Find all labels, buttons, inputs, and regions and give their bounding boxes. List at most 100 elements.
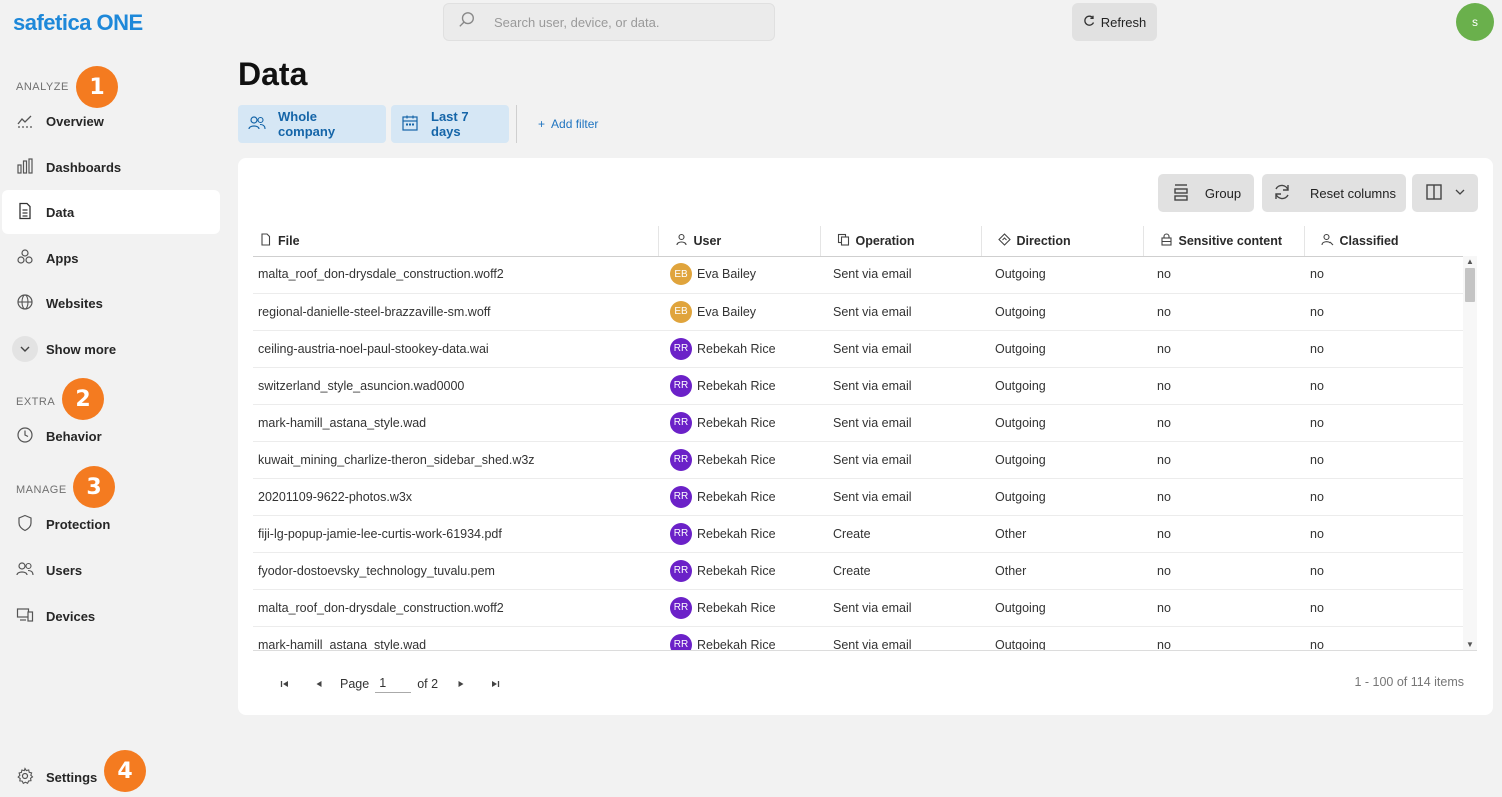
- page-number-input[interactable]: 1: [375, 674, 412, 693]
- sidebar-item-label: Protection: [46, 516, 111, 532]
- cell-user: RR Rebekah Rice: [658, 441, 820, 479]
- users-icon: [248, 114, 266, 135]
- prev-page-icon[interactable]: [302, 679, 336, 689]
- table-row[interactable]: switzerland_style_asuncion.wad0000 RR Rebe…: [253, 367, 1463, 405]
- table-row[interactable]: mark-hamill_astana_style.wad RR Rebekah Ri…: [253, 404, 1463, 442]
- sidebar-item-show-more[interactable]: Show more: [2, 327, 220, 371]
- cell-operation: Sent via email: [820, 367, 981, 405]
- chevron-down-icon: [12, 336, 38, 362]
- document-icon: [259, 233, 272, 249]
- sidebar-item-dashboards[interactable]: Dashboards: [2, 145, 220, 189]
- table-row[interactable]: 20201109-9622-photos.w3x RR Rebekah Rice Se…: [253, 478, 1463, 516]
- sidebar-item-overview[interactable]: Overview: [2, 99, 220, 143]
- user-name: Rebekah Rice: [697, 378, 776, 393]
- table-row[interactable]: mark-hamill_astana_style.wad RR Rebekah Ri…: [253, 626, 1463, 650]
- user-name: Rebekah Rice: [697, 341, 776, 356]
- table-row[interactable]: fyodor-dostoevsky_technology_tuvalu.pem R…: [253, 552, 1463, 590]
- user-name: Eva Bailey: [697, 304, 757, 319]
- cell-sensitive: no: [1143, 515, 1304, 553]
- table-row[interactable]: kuwait_mining_charlize-theron_sidebar_sh…: [253, 441, 1463, 479]
- column-header-direction[interactable]: Direction: [980, 226, 1143, 257]
- filter-chip-period[interactable]: Last 7 days: [391, 105, 509, 143]
- table-row[interactable]: malta_roof_don-drysdale_construction.wof…: [253, 589, 1463, 627]
- sidebar-item-data[interactable]: Data: [2, 190, 220, 234]
- filter-chip-scope[interactable]: Whole company: [238, 105, 386, 143]
- sidebar-item-label: Devices: [46, 608, 96, 624]
- cell-direction: Outgoing: [981, 293, 1143, 331]
- cell-direction: Outgoing: [981, 589, 1143, 627]
- scrollbar-thumb[interactable]: [1465, 268, 1475, 302]
- user-avatar: RR: [670, 411, 692, 434]
- cell-sensitive: no: [1143, 330, 1304, 368]
- cell-operation: Sent via email: [820, 478, 981, 516]
- add-filter-button[interactable]: + Add filter: [538, 117, 598, 131]
- column-header-sensitive[interactable]: Sensitive content: [1142, 226, 1304, 257]
- sidebar-item-label: Show more: [46, 341, 117, 357]
- scroll-up-icon[interactable]: ▲: [1466, 257, 1474, 266]
- cell-classified: no: [1304, 589, 1463, 627]
- refresh-icon: [1083, 15, 1095, 30]
- cell-direction: Outgoing: [981, 478, 1143, 516]
- cell-classified: no: [1304, 515, 1463, 553]
- table-row[interactable]: ceiling-austria-noel-paul-stookey-data.w…: [253, 330, 1463, 368]
- cell-classified: no: [1304, 441, 1463, 479]
- filter-divider: [516, 105, 517, 143]
- sidebar-item-websites[interactable]: Websites: [2, 281, 220, 325]
- user-avatar: RR: [670, 559, 692, 582]
- sidebar-item-behavior[interactable]: Behavior: [2, 414, 220, 458]
- next-page-icon[interactable]: [444, 679, 478, 689]
- table-scrollbar[interactable]: ▲ ▼: [1463, 256, 1477, 650]
- cell-file: malta_roof_don-drysdale_construction.wof…: [253, 589, 658, 627]
- cell-direction: Other: [981, 552, 1143, 590]
- sidebar-item-devices[interactable]: Devices: [2, 594, 220, 638]
- search-input[interactable]: Search user, device, or data.: [494, 15, 659, 30]
- apps-icon: [16, 248, 34, 269]
- page-title: Data: [238, 56, 308, 92]
- cell-direction: Outgoing: [981, 330, 1143, 368]
- cell-operation: Sent via email: [820, 589, 981, 627]
- user-avatar[interactable]: s: [1456, 3, 1494, 41]
- table-row[interactable]: regional-danielle-steel-brazzaville-sm.w…: [253, 293, 1463, 331]
- column-header-file[interactable]: File: [253, 226, 658, 257]
- cell-operation: Create: [820, 552, 981, 590]
- user-name: Rebekah Rice: [697, 452, 776, 467]
- sidebar-item-apps[interactable]: Apps: [2, 236, 220, 280]
- cell-classified: no: [1304, 293, 1463, 331]
- search-box[interactable]: Search user, device, or data.: [443, 3, 775, 41]
- cell-user: RR Rebekah Rice: [658, 478, 820, 516]
- section-analyze: ANALYZE: [16, 81, 69, 93]
- table-row[interactable]: malta_roof_don-drysdale_construction.wof…: [253, 256, 1463, 294]
- gear-icon: [16, 766, 34, 788]
- cell-file: 20201109-9622-photos.w3x: [253, 478, 658, 516]
- refresh-button[interactable]: Refresh: [1072, 3, 1157, 41]
- column-header-user[interactable]: User: [657, 226, 820, 257]
- user-avatar: RR: [670, 522, 692, 545]
- user-avatar: RR: [670, 633, 692, 650]
- sidebar-item-users[interactable]: Users: [2, 548, 220, 592]
- cell-operation: Sent via email: [820, 441, 981, 479]
- group-icon: [1171, 182, 1191, 205]
- cell-classified: no: [1304, 367, 1463, 405]
- scroll-down-icon[interactable]: ▼: [1466, 640, 1474, 649]
- bar-chart-icon: [16, 157, 34, 178]
- user-name: Rebekah Rice: [697, 489, 776, 504]
- group-button[interactable]: Group: [1158, 174, 1254, 212]
- reset-columns-button[interactable]: Reset columns: [1262, 174, 1406, 212]
- cell-user: EB Eva Bailey: [658, 293, 820, 331]
- calendar-icon: [401, 114, 419, 135]
- sidebar-item-protection[interactable]: Protection: [2, 502, 220, 546]
- users-icon: [16, 560, 34, 581]
- table-row[interactable]: fiji-lg-popup-jamie-lee-curtis-work-6193…: [253, 515, 1463, 553]
- cell-operation: Sent via email: [820, 330, 981, 368]
- column-header-classified[interactable]: Classified: [1303, 226, 1477, 257]
- last-page-icon[interactable]: [478, 679, 512, 689]
- cell-user: RR Rebekah Rice: [658, 404, 820, 442]
- cell-sensitive: no: [1143, 404, 1304, 442]
- first-page-icon[interactable]: [268, 679, 302, 689]
- columns-menu-button[interactable]: [1412, 174, 1478, 212]
- cell-classified: no: [1304, 404, 1463, 442]
- user-avatar: EB: [670, 300, 692, 323]
- refresh-label: Refresh: [1100, 14, 1147, 30]
- app-logo[interactable]: safetica ONE: [13, 10, 143, 36]
- column-header-operation[interactable]: Operation: [819, 226, 981, 257]
